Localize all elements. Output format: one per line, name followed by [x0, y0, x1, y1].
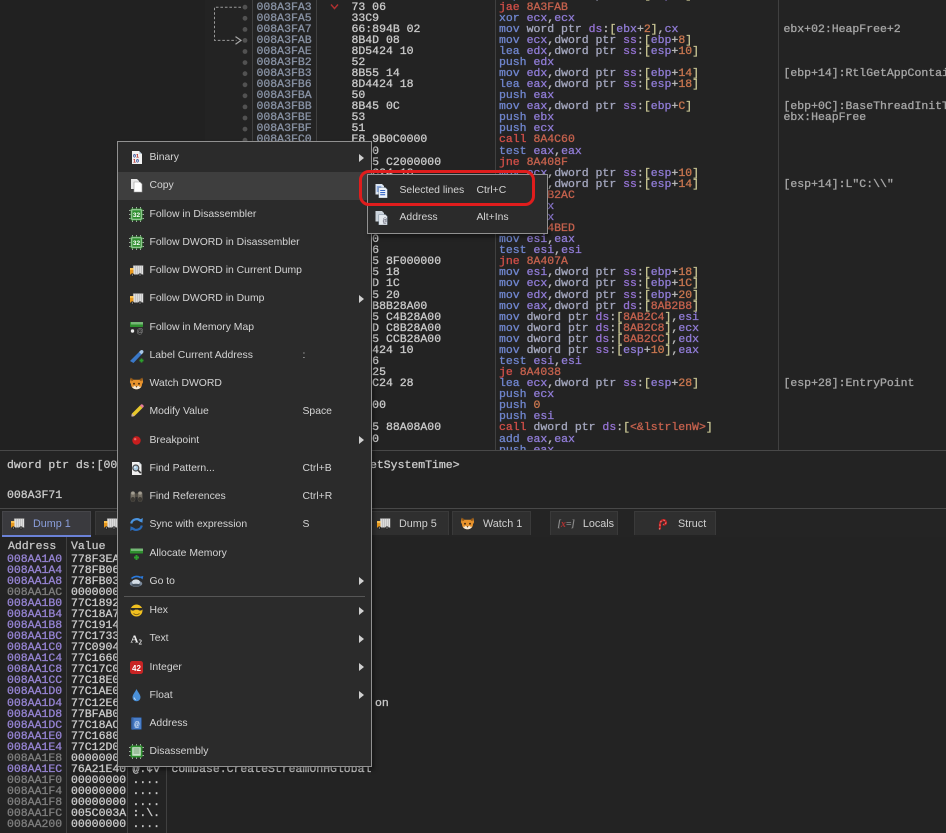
- svg-text:@: @: [136, 328, 143, 335]
- svg-text:@: @: [134, 720, 139, 730]
- svg-text:A: A: [130, 634, 138, 646]
- svg-text:32: 32: [132, 240, 140, 247]
- svg-text:42: 42: [132, 664, 141, 673]
- svg-text:32: 32: [132, 212, 140, 219]
- svg-text:10: 10: [133, 159, 139, 165]
- svg-text:2: 2: [138, 639, 142, 647]
